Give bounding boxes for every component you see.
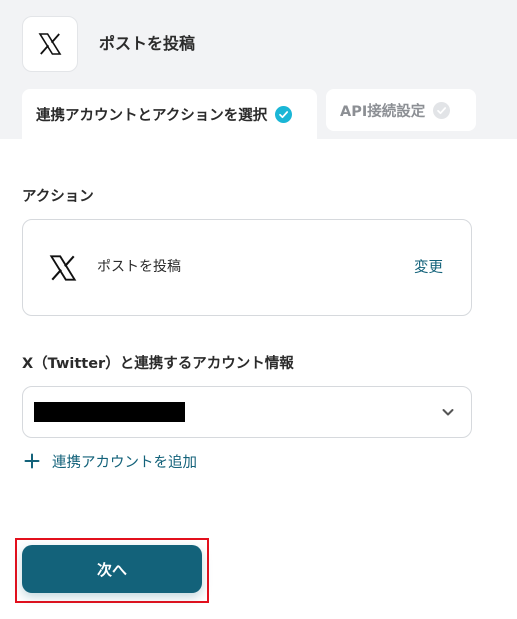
change-action-link[interactable]: 変更: [414, 258, 443, 278]
check-circle-icon: [433, 101, 451, 119]
tab-account-and-action[interactable]: 連携アカウントとアクションを選択: [22, 89, 317, 139]
next-button[interactable]: 次へ: [22, 545, 202, 593]
redacted-account-value: [34, 402, 185, 422]
tab-label: API接続設定: [340, 103, 426, 120]
plus-icon: [24, 453, 40, 469]
check-circle-icon: [275, 105, 293, 123]
tab-api-settings[interactable]: API接続設定: [326, 89, 476, 131]
action-card: ポストを投稿 変更: [22, 219, 472, 316]
x-logo-icon: [38, 33, 62, 55]
page-title: ポストを投稿: [99, 34, 196, 53]
add-account-label: 連携アカウントを追加: [52, 454, 197, 471]
action-section-label: アクション: [22, 189, 94, 205]
x-logo-icon: [49, 255, 77, 281]
chevron-down-icon: [442, 409, 454, 416]
app-icon-tile: [22, 16, 78, 72]
action-name: ポストを投稿: [97, 259, 181, 275]
tab-label: 連携アカウントとアクションを選択: [36, 107, 268, 124]
add-account-link[interactable]: 連携アカウントを追加: [24, 450, 197, 472]
account-select[interactable]: [22, 386, 472, 438]
account-section-label: X（Twitter）と連携するアカウント情報: [22, 356, 294, 372]
